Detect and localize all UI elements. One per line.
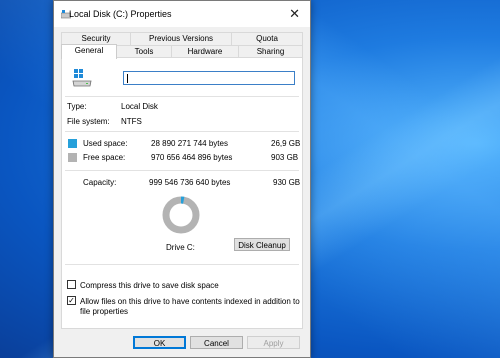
separator [65, 131, 299, 132]
close-icon[interactable]: ✕ [289, 6, 300, 22]
capacity-bytes: 999 546 736 640 bytes [149, 178, 231, 187]
free-space-gb: 903 GB [271, 153, 299, 162]
general-panel: Type: Local Disk File system: NTFS Used … [61, 57, 303, 329]
apply-button[interactable]: Apply [247, 336, 300, 349]
type-value: Local Disk [121, 102, 158, 111]
separator [65, 96, 299, 97]
drive-label: Drive C: [166, 243, 195, 252]
tab-general[interactable]: General [61, 44, 117, 59]
used-space-label: Used space: [83, 139, 128, 148]
disk-usage-donut [162, 196, 200, 234]
separator [65, 170, 299, 171]
capacity-gb: 930 GB [273, 178, 301, 187]
properties-dialog: Local Disk (C:) Properties ✕ Security Pr… [53, 0, 311, 358]
disk-cleanup-button[interactable]: Disk Cleanup [234, 238, 290, 251]
title-bar: Local Disk (C:) Properties ✕ [54, 1, 310, 27]
free-space-ring [162, 196, 200, 234]
cancel-button[interactable]: Cancel [190, 336, 243, 349]
free-space-label: Free space: [83, 153, 126, 162]
tab-previous-versions[interactable]: Previous Versions [130, 32, 232, 45]
drive-name-input[interactable] [123, 71, 295, 85]
index-label: Allow files on this drive to have conten… [80, 297, 300, 316]
file-system-value: NTFS [121, 117, 142, 126]
ok-button[interactable]: OK [133, 336, 186, 349]
capacity-label: Capacity: [83, 178, 117, 187]
free-space-bytes: 970 656 464 896 bytes [151, 153, 233, 162]
file-system-label: File system: [67, 117, 110, 126]
used-space-bytes: 28 890 271 744 bytes [151, 139, 228, 148]
index-checkbox[interactable]: ✓ [67, 296, 76, 305]
tab-quota[interactable]: Quota [231, 32, 303, 45]
compress-label: Compress this drive to save disk space [80, 281, 219, 290]
free-space-swatch [68, 153, 77, 162]
local-disk-icon [72, 69, 92, 87]
separator [65, 264, 299, 265]
compress-checkbox[interactable] [67, 280, 76, 289]
type-label: Type: [67, 102, 87, 111]
window-title: Local Disk (C:) Properties [69, 9, 172, 19]
used-space-gb: 26,9 GB [271, 139, 301, 148]
used-space-swatch [68, 139, 77, 148]
